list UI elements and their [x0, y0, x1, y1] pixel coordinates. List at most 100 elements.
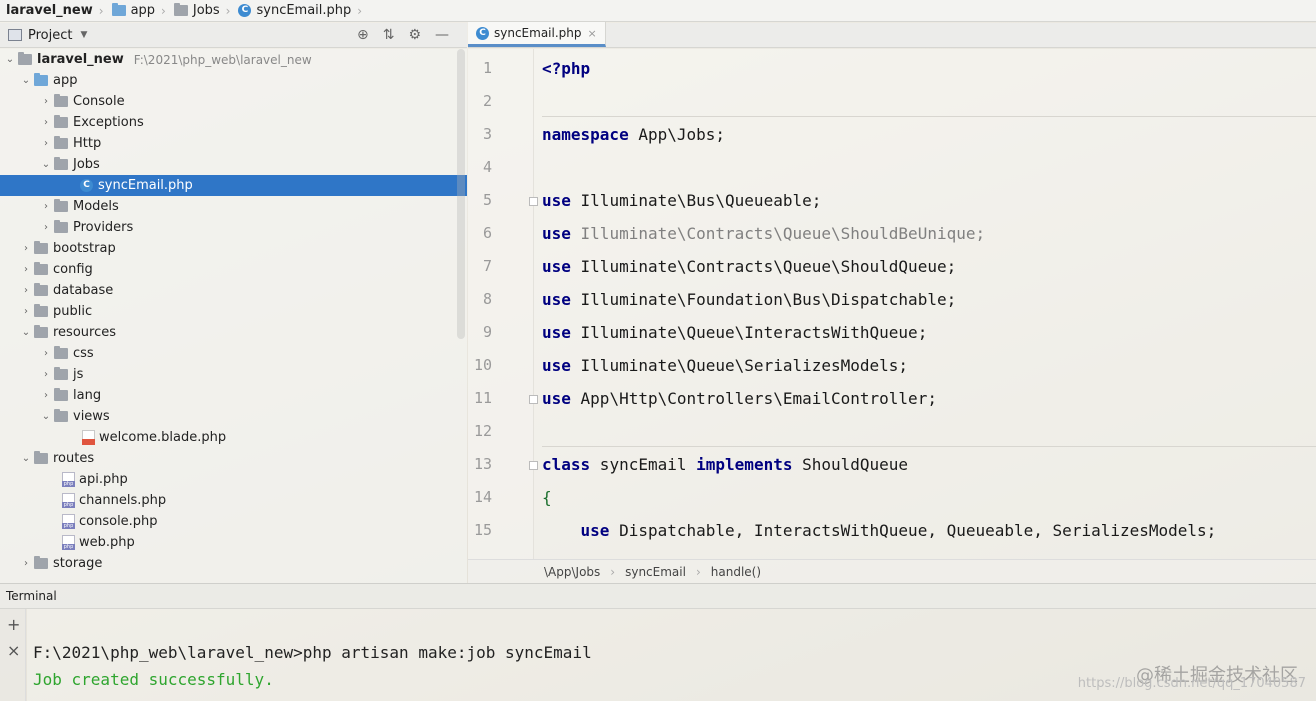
php-class-icon: C — [238, 4, 252, 17]
hide-panel-icon[interactable]: — — [435, 27, 449, 43]
method-separator — [542, 446, 1316, 447]
breadcrumb-project[interactable]: laravel_new — [0, 0, 97, 22]
tree-item-console[interactable]: › Console — [0, 91, 467, 112]
code-navigation-bar: \App\Jobs › syncEmail › handle() — [468, 559, 1316, 583]
folder-icon — [34, 451, 48, 464]
tree-item-welcome-blade[interactable]: welcome.blade.php — [0, 427, 467, 448]
fold-marker-icon[interactable] — [529, 395, 538, 404]
import-path: Illuminate\Contracts\Queue\ShouldQueue; — [570, 257, 957, 276]
gear-icon[interactable]: ⚙ — [408, 27, 421, 43]
tree-item-label: app — [53, 73, 78, 88]
tree-item-exceptions[interactable]: › Exceptions — [0, 112, 467, 133]
tree-item-label: Console — [73, 94, 125, 109]
tree-item-css[interactable]: › css — [0, 343, 467, 364]
chevron-right-icon[interactable]: › — [18, 285, 34, 296]
editor-tabbar: C syncEmail.php × — [468, 22, 1316, 48]
chevron-down-icon[interactable]: ⌄ — [38, 411, 54, 422]
tree-item-label: Http — [73, 136, 102, 151]
keyword: use — [542, 356, 571, 375]
locate-icon[interactable]: ⊕ — [357, 27, 369, 43]
tree-item-public[interactable]: › public — [0, 301, 467, 322]
chevron-right-icon[interactable]: › — [38, 369, 54, 380]
breadcrumb: laravel_new › app › Jobs › C syncEmail.p… — [0, 0, 1316, 22]
tree-item-laravel-new[interactable]: ⌄ laravel_new F:\2021\php_web\laravel_ne… — [0, 49, 467, 70]
tree-item-resources[interactable]: ⌄ resources — [0, 322, 467, 343]
chevron-right-icon: › — [695, 564, 701, 579]
tree-item-http[interactable]: › Http — [0, 133, 467, 154]
fold-marker-icon[interactable] — [529, 197, 538, 206]
line-number: 7 — [482, 257, 492, 275]
tree-item-lang[interactable]: › lang — [0, 385, 467, 406]
nav-method[interactable]: handle() — [711, 565, 761, 579]
code-line-9: use Illuminate\Queue\InteractsWithQueue; — [542, 323, 927, 342]
chevron-right-icon: › — [610, 564, 616, 579]
tab-syncemail[interactable]: C syncEmail.php × — [468, 22, 606, 47]
breadcrumb-file[interactable]: C syncEmail.php — [232, 0, 355, 22]
folder-icon — [54, 157, 68, 170]
chevron-down-icon[interactable]: ⌄ — [2, 54, 18, 65]
php-open-tag: <?php — [542, 59, 591, 78]
chevron-right-icon[interactable]: › — [38, 348, 54, 359]
tree-item-label: welcome.blade.php — [99, 430, 227, 445]
chevron-right-icon[interactable]: › — [18, 243, 34, 254]
blade-file-icon — [82, 430, 95, 445]
fold-marker-icon[interactable] — [529, 461, 538, 470]
folder-icon — [34, 556, 48, 569]
chevron-right-icon[interactable]: › — [38, 222, 54, 233]
breadcrumb-app[interactable]: app — [106, 0, 159, 22]
chevron-down-icon[interactable]: ⌄ — [18, 327, 34, 338]
import-path: Illuminate\Bus\Queueable; — [570, 191, 822, 210]
chevron-down-icon[interactable]: ⌄ — [18, 453, 34, 464]
collapse-all-icon[interactable]: ⇅ — [383, 27, 395, 43]
code-line-15: use Dispatchable, InteractsWithQueue, Qu… — [542, 521, 1217, 540]
tree-item-models[interactable]: › Models — [0, 196, 467, 217]
interface-name: ShouldQueue — [792, 455, 909, 474]
chevron-down-icon[interactable]: ⌄ — [18, 75, 34, 86]
tree-scrollbar[interactable] — [457, 49, 465, 339]
folder-icon — [34, 325, 48, 338]
tree-item-syncemail[interactable]: C syncEmail.php — [0, 175, 467, 196]
tree-item-label: syncEmail.php — [98, 178, 193, 193]
tree-item-app[interactable]: ⌄ app — [0, 70, 467, 91]
tree-item-jobs[interactable]: ⌄ Jobs — [0, 154, 467, 175]
chevron-down-icon[interactable]: ▼ — [80, 30, 87, 40]
terminal-title[interactable]: Terminal — [6, 589, 57, 603]
chevron-right-icon[interactable]: › — [38, 138, 54, 149]
chevron-right-icon[interactable]: › — [38, 117, 54, 128]
tree-item-label: Models — [73, 199, 119, 214]
tree-item-providers[interactable]: › Providers — [0, 217, 467, 238]
chevron-down-icon[interactable]: ⌄ — [38, 159, 54, 170]
chevron-right-icon[interactable]: › — [38, 390, 54, 401]
chevron-right-icon[interactable]: › — [38, 96, 54, 107]
tree-item-console-php[interactable]: console.php — [0, 511, 467, 532]
tree-item-storage[interactable]: › storage — [0, 553, 467, 574]
namespace-name: App\Jobs; — [628, 125, 726, 144]
tree-item-database[interactable]: › database — [0, 280, 467, 301]
nav-namespace[interactable]: \App\Jobs — [544, 565, 600, 579]
tree-item-config[interactable]: › config — [0, 259, 467, 280]
tree-item-web-php[interactable]: web.php — [0, 532, 467, 553]
add-icon[interactable]: + — [7, 615, 20, 634]
tree-item-label: api.php — [79, 472, 128, 487]
tree-item-channels-php[interactable]: channels.php — [0, 490, 467, 511]
chevron-right-icon[interactable]: › — [38, 201, 54, 212]
close-icon[interactable]: × — [7, 641, 20, 660]
keyword: implements — [696, 455, 793, 474]
tree-item-api-php[interactable]: api.php — [0, 469, 467, 490]
nav-class[interactable]: syncEmail — [625, 565, 686, 579]
chevron-right-icon[interactable]: › — [18, 558, 34, 569]
tree-item-js[interactable]: › js — [0, 364, 467, 385]
code-line-8: use Illuminate\Foundation\Bus\Dispatchab… — [542, 290, 956, 309]
trait-list: Dispatchable, InteractsWithQueue, Queuea… — [609, 521, 1217, 540]
chevron-right-icon[interactable]: › — [18, 264, 34, 275]
tree-item-routes[interactable]: ⌄ routes — [0, 448, 467, 469]
breadcrumb-jobs[interactable]: Jobs — [168, 0, 224, 22]
tree-item-label: storage — [53, 556, 103, 571]
code-editor[interactable]: 1 2 3 4 5 6 7 8 9 10 11 12 13 14 15 <?ph… — [468, 49, 1316, 559]
chevron-right-icon[interactable]: › — [18, 306, 34, 317]
project-panel-title[interactable]: Project — [28, 28, 72, 43]
tree-item-bootstrap[interactable]: › bootstrap — [0, 238, 467, 259]
import-path: Illuminate\Queue\InteractsWithQueue; — [570, 323, 928, 342]
tree-item-views[interactable]: ⌄ views — [0, 406, 467, 427]
close-icon[interactable]: × — [588, 27, 597, 40]
